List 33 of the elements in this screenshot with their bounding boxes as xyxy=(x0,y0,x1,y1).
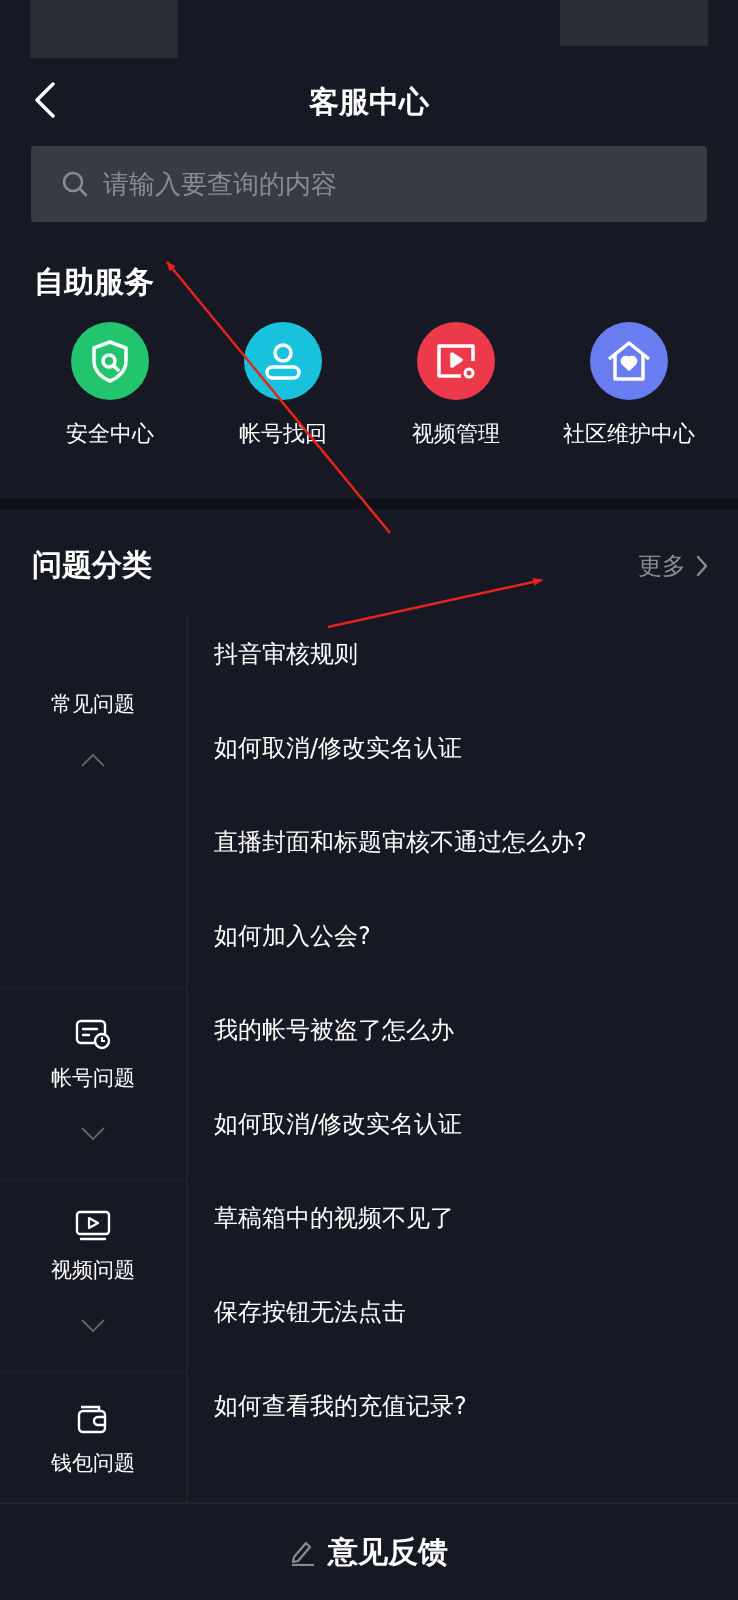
question-item[interactable]: 如何查看我的充值记录? xyxy=(214,1366,738,1460)
question-item[interactable]: 我的帐号被盗了怎么办 xyxy=(214,990,738,1084)
chevron-down-icon[interactable] xyxy=(80,1126,106,1142)
back-icon[interactable] xyxy=(34,82,56,118)
section-title: 自助服务 xyxy=(34,263,155,301)
feedback-button[interactable]: 意见反馈 xyxy=(284,1530,454,1574)
service-label[interactable]: 社区维护中心 xyxy=(562,419,695,449)
question-item[interactable]: 如何取消/修改实名认证 xyxy=(214,708,738,802)
service-label[interactable]: 安全中心 xyxy=(65,419,154,449)
chevron-right-icon xyxy=(696,554,708,577)
question-item[interactable]: 如何取消/修改实名认证 xyxy=(214,1084,738,1178)
question-item[interactable]: 直播封面和标题审核不通过怎么办? xyxy=(214,802,738,896)
monitor-play-icon xyxy=(75,1210,111,1242)
section-title: 问题分类 xyxy=(32,546,152,584)
category-tab[interactable]: 视频问题 xyxy=(51,1256,135,1284)
chevron-down-icon[interactable] xyxy=(80,1318,106,1334)
more-link[interactable]: 更多 xyxy=(638,549,708,582)
search-field[interactable]: 请输入要查询的内容 xyxy=(31,146,707,222)
service-label[interactable]: 视频管理 xyxy=(411,419,500,449)
shield-icon[interactable] xyxy=(69,321,150,401)
category-tab[interactable]: 钱包问题 xyxy=(51,1449,135,1477)
video-icon[interactable] xyxy=(415,321,496,401)
question-item[interactable]: 草稿箱中的视频不见了 xyxy=(214,1178,738,1272)
category-tab[interactable]: 常见问题 xyxy=(51,690,135,718)
chevron-up-icon[interactable] xyxy=(80,752,106,768)
page-title: 客服中心 xyxy=(309,82,429,121)
person-icon[interactable] xyxy=(242,321,323,401)
question-item[interactable]: 保存按钮无法点击 xyxy=(214,1272,738,1366)
question-item[interactable]: 如何加入公会? xyxy=(214,896,738,990)
question-item[interactable]: 抖音审核规则 xyxy=(214,614,738,708)
category-tab[interactable]: 帐号问题 xyxy=(51,1064,135,1092)
house-icon[interactable] xyxy=(588,321,669,401)
card-clock-icon xyxy=(75,1018,111,1050)
